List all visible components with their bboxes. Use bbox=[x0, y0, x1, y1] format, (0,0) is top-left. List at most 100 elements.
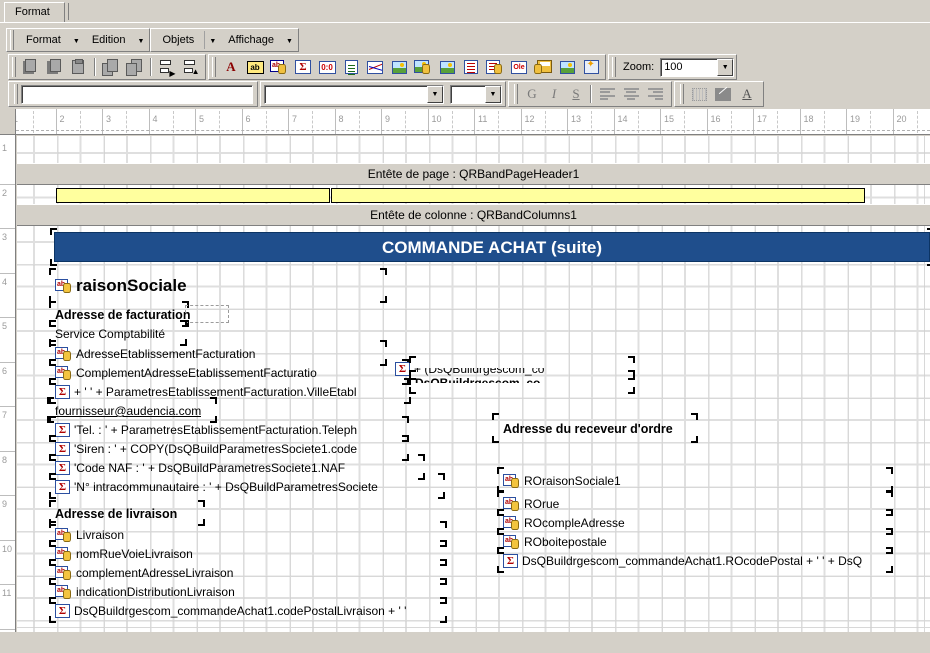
expression-icon: Σ bbox=[55, 461, 70, 475]
label-icon[interactable]: A bbox=[219, 56, 243, 78]
column-header-band[interactable]: Entête de colonne : QRBandColumns1 bbox=[17, 204, 930, 226]
zoom-toolbar-grip[interactable] bbox=[612, 57, 616, 77]
page-header-band-label: Entête de page : QRBandPageHeader1 bbox=[367, 167, 580, 181]
chart-icon[interactable] bbox=[363, 56, 387, 78]
menu-format-chevron-down-icon[interactable]: ▼ bbox=[70, 36, 83, 45]
field-raison-sociale[interactable]: ab raisonSociale bbox=[55, 276, 187, 296]
menu-edition-chevron-down-icon[interactable]: ▼ bbox=[134, 36, 147, 45]
bring-to-front-icon[interactable] bbox=[99, 56, 123, 78]
ruler-tick-label: 1 bbox=[16, 114, 18, 124]
ruler-tick-h-5: 5 bbox=[196, 109, 243, 134]
fill-color-icon[interactable] bbox=[711, 83, 735, 105]
edit-toolbar-grip[interactable] bbox=[12, 57, 16, 77]
db-text-icon: ab bbox=[55, 279, 72, 293]
align-left-icon[interactable] bbox=[595, 83, 619, 105]
column-band-right[interactable] bbox=[331, 188, 865, 203]
color-group-grip[interactable] bbox=[680, 84, 684, 104]
expression-icon[interactable]: Σ bbox=[291, 56, 315, 78]
label-adresse-livraison[interactable]: Adresse de livraison bbox=[55, 507, 177, 521]
font-name-input[interactable] bbox=[21, 84, 253, 104]
ole-icon[interactable]: Ole bbox=[507, 56, 531, 78]
label-adresse-facturation[interactable]: Adresse de facturation bbox=[55, 308, 190, 322]
text-field-icon[interactable]: ab bbox=[243, 56, 267, 78]
menu-objets[interactable]: Objets bbox=[153, 31, 203, 49]
menu-objets-chevron-down-icon[interactable]: ▼ bbox=[206, 36, 219, 45]
align-right-text-icon[interactable] bbox=[643, 83, 667, 105]
field-overlap-expression-2[interactable]: DsQBuildrgescom_co bbox=[415, 376, 629, 390]
shape-image-icon[interactable] bbox=[435, 56, 459, 78]
object-toolbar-grip[interactable] bbox=[212, 57, 216, 77]
field-numero-intracommunautaire[interactable]: Σ 'N° intracommunautaire : ' + DsQBuildP… bbox=[55, 480, 443, 494]
font-style-value[interactable] bbox=[265, 86, 427, 103]
field-ro-raison-sociale[interactable]: ab ROraisonSociale1 bbox=[503, 474, 621, 488]
field-ro-boite-postale[interactable]: ab ROboitepostale bbox=[503, 535, 607, 549]
field-overlap-expression-1[interactable]: Σ + (DsQBuildrgescom_co bbox=[395, 362, 629, 376]
label-service-comptabilite[interactable]: Service Comptabilité bbox=[55, 327, 165, 341]
field-ville-etablissement[interactable]: Σ + ' ' + ParametresEtablissementFactura… bbox=[55, 385, 409, 399]
font-size-chevron-down-icon[interactable]: ▼ bbox=[485, 85, 501, 103]
align-center-icon[interactable] bbox=[619, 83, 643, 105]
db-image-icon[interactable] bbox=[411, 56, 435, 78]
column-band-left[interactable] bbox=[56, 188, 330, 203]
tab-format[interactable]: Format bbox=[4, 2, 65, 22]
bold-button[interactable]: G bbox=[521, 86, 543, 102]
label-email-fournisseur[interactable]: fournisseur@audencia.com bbox=[55, 404, 201, 418]
richtext-icon[interactable] bbox=[459, 56, 483, 78]
cut-icon[interactable] bbox=[19, 56, 43, 78]
db-richtext-icon[interactable] bbox=[483, 56, 507, 78]
datetime-icon[interactable]: 0:0 bbox=[315, 56, 339, 78]
ruler-tick-v-5: 5 bbox=[0, 318, 15, 363]
menu-format[interactable]: Format bbox=[17, 31, 70, 49]
field-ro-comple-adresse[interactable]: ab ROcompleAdresse bbox=[503, 516, 625, 530]
field-ro-code-postal[interactable]: Σ DsQBuildrgescom_commandeAchat1.ROcodeP… bbox=[503, 554, 891, 568]
label-adresse-receveur[interactable]: Adresse du receveur d'ordre bbox=[503, 422, 673, 436]
text-style-grip[interactable] bbox=[514, 84, 518, 104]
align-right-edges-icon[interactable]: ▶ bbox=[155, 56, 179, 78]
italic-button[interactable]: I bbox=[543, 86, 565, 102]
copy-icon[interactable] bbox=[43, 56, 67, 78]
field-nom-rue-voie-livraison[interactable]: ab nomRueVoieLivraison bbox=[55, 547, 193, 561]
menu-affichage-chevron-down-icon[interactable]: ▼ bbox=[283, 36, 296, 45]
paste-icon[interactable] bbox=[67, 56, 91, 78]
field-telephone[interactable]: Σ 'Tel. : ' + ParametresEtablissementFac… bbox=[55, 423, 407, 437]
db-text-icon: ab bbox=[55, 585, 72, 599]
send-to-back-icon[interactable] bbox=[123, 56, 147, 78]
field-code-postal-livraison[interactable]: Σ DsQBuildrgescom_commandeAchat1.codePos… bbox=[55, 604, 445, 618]
system-field-icon[interactable] bbox=[531, 56, 555, 78]
ruler-tick-label: 5 bbox=[2, 321, 8, 331]
font-style-combo[interactable]: ▼ bbox=[264, 84, 444, 104]
menu-edition[interactable]: Edition bbox=[83, 31, 135, 49]
composite-icon[interactable] bbox=[579, 56, 603, 78]
field-complement-adresse-facturation[interactable]: ab ComplementAdresseEtablissementFactura… bbox=[55, 366, 407, 380]
db-text-icon[interactable]: ab bbox=[267, 56, 291, 78]
font-size-value[interactable] bbox=[451, 86, 485, 103]
underline-button[interactable]: S bbox=[565, 86, 587, 102]
zoom-chevron-down-icon[interactable]: ▼ bbox=[717, 58, 734, 76]
zoom-value[interactable]: 100 bbox=[661, 59, 717, 76]
grid-toggle-icon[interactable] bbox=[687, 83, 711, 105]
field-indication-distribution-livraison[interactable]: ab indicationDistributionLivraison bbox=[55, 585, 235, 599]
font-size-combo[interactable]: ▼ bbox=[450, 84, 502, 104]
font-color-icon[interactable]: A bbox=[735, 83, 759, 105]
font-group-grip[interactable] bbox=[14, 84, 18, 104]
zoom-combo[interactable]: 100 ▼ bbox=[660, 57, 735, 77]
field-livraison[interactable]: ab Livraison bbox=[55, 528, 124, 542]
page-header-band[interactable]: Entête de page : QRBandPageHeader1 bbox=[17, 163, 930, 185]
field-complement-adresse-livraison[interactable]: ab complementAdresseLivraison bbox=[55, 566, 233, 580]
image-icon[interactable] bbox=[387, 56, 411, 78]
db-picture-icon[interactable] bbox=[555, 56, 579, 78]
menu-affichage[interactable]: Affichage bbox=[219, 31, 283, 49]
field-code-naf[interactable]: Σ 'Code NAF : ' + DsQBuildParametresSoci… bbox=[55, 461, 423, 475]
memo-icon[interactable] bbox=[339, 56, 363, 78]
report-title-bar[interactable]: COMMANDE ACHAT (suite) bbox=[54, 232, 930, 262]
align-top-edges-icon[interactable]: ▲ bbox=[179, 56, 203, 78]
report-canvas[interactable]: Entête de page : QRBandPageHeader1 Entêt… bbox=[17, 136, 930, 632]
vertical-ruler: 1 2 3 4 5 6 7 8 9 10 11 bbox=[0, 135, 16, 632]
window-tabstrip: Format bbox=[0, 0, 930, 22]
field-adresse-etablissement[interactable]: ab AdresseEtablissementFacturation bbox=[55, 347, 255, 361]
menu-grip[interactable] bbox=[10, 30, 14, 50]
font-style-chevron-down-icon[interactable]: ▼ bbox=[427, 85, 443, 103]
field-ro-rue[interactable]: ab ROrue bbox=[503, 497, 559, 511]
field-siren[interactable]: Σ 'Siren : ' + COPY(DsQBuildParametresSo… bbox=[55, 442, 407, 456]
ruler-tick-v-6: 6 bbox=[0, 363, 15, 407]
